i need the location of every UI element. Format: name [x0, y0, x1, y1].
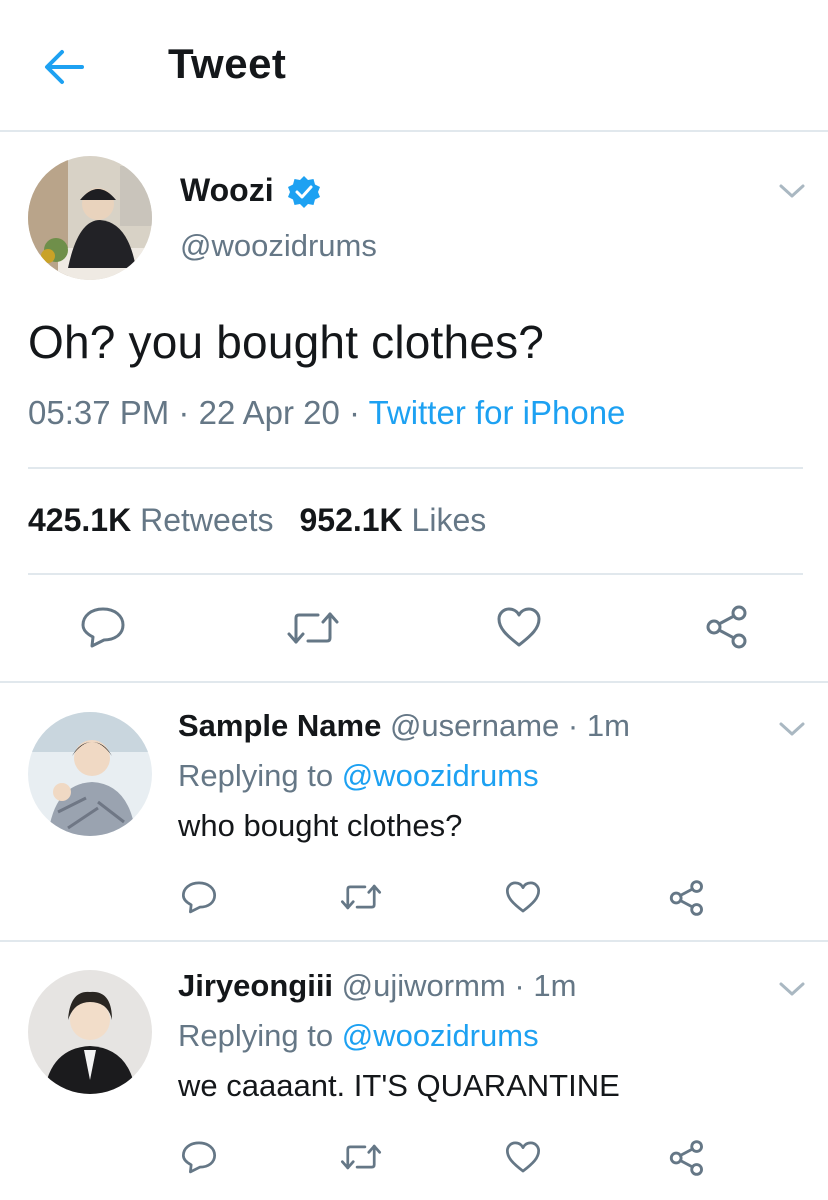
divider: [28, 467, 803, 469]
share-icon[interactable]: [668, 879, 704, 917]
retweets-stat[interactable]: 425.1K Retweets: [28, 502, 273, 538]
retweets-count: 425.1K: [28, 502, 132, 538]
meta-separator: ·: [514, 968, 525, 1003]
tweet-stats: 425.1K Retweets 952.1K Likes: [28, 502, 486, 539]
divider: [28, 573, 803, 575]
tweet-date: 22 Apr 20: [198, 394, 340, 431]
reply-author-name[interactable]: Jiryeongiii: [178, 968, 333, 1003]
retweet-icon[interactable]: [286, 610, 340, 646]
replying-label: Replying to: [178, 758, 334, 793]
replying-to: Replying to @woozidrums: [178, 1018, 539, 1054]
author-handle[interactable]: @woozidrums: [180, 228, 377, 264]
tweet-time: 05:37 PM: [28, 394, 170, 431]
tweet-text: Oh? you bought clothes?: [28, 316, 545, 368]
mention-link[interactable]: @woozidrums: [342, 758, 539, 793]
divider: [0, 940, 828, 942]
chevron-down-icon[interactable]: [778, 182, 806, 200]
verified-badge-icon: [286, 174, 322, 210]
mention-link[interactable]: @woozidrums: [342, 1018, 539, 1053]
chevron-down-icon[interactable]: [778, 980, 806, 998]
reply-author-handle[interactable]: @ujiwormm: [342, 968, 506, 1003]
reply-time: 1m: [533, 968, 577, 1003]
reply-header: Sample Name @username · 1m: [178, 708, 630, 744]
reply-author-handle[interactable]: @username: [390, 708, 559, 743]
app-header: Tweet: [0, 0, 828, 132]
meta-separator: ·: [349, 394, 361, 431]
retweet-icon[interactable]: [340, 882, 382, 912]
tweet-source-link[interactable]: Twitter for iPhone: [369, 394, 626, 431]
heart-icon[interactable]: [496, 606, 542, 648]
tweet-meta: 05:37 PM · 22 Apr 20 · Twitter for iPhon…: [28, 394, 625, 432]
likes-stat[interactable]: 952.1K Likes: [299, 502, 486, 538]
author-name[interactable]: Woozi: [180, 172, 274, 209]
reply-header: Jiryeongiii @ujiwormm · 1m: [178, 968, 576, 1004]
avatar[interactable]: [28, 970, 152, 1094]
reply-text: who bought clothes?: [178, 808, 463, 843]
reply-icon[interactable]: [80, 606, 126, 648]
meta-separator: ·: [567, 708, 579, 743]
reply-icon[interactable]: [181, 880, 217, 914]
share-icon[interactable]: [704, 604, 748, 650]
avatar[interactable]: [28, 712, 152, 836]
replying-to: Replying to @woozidrums: [178, 758, 539, 794]
back-arrow-icon[interactable]: [40, 45, 88, 89]
likes-label: Likes: [411, 502, 487, 538]
likes-count: 952.1K: [299, 502, 403, 538]
reply-text: we caaaant. IT'S QUARANTINE: [178, 1068, 620, 1103]
reply-icon[interactable]: [181, 1140, 217, 1174]
reply-author-name[interactable]: Sample Name: [178, 708, 381, 743]
page-title: Tweet: [168, 40, 287, 87]
share-icon[interactable]: [668, 1139, 704, 1177]
replying-label: Replying to: [178, 1018, 334, 1053]
reply-time: 1m: [586, 708, 630, 743]
avatar[interactable]: [28, 156, 152, 280]
retweet-icon[interactable]: [340, 1142, 382, 1172]
retweets-label: Retweets: [140, 502, 274, 538]
heart-icon[interactable]: [505, 1140, 541, 1174]
heart-icon[interactable]: [505, 880, 541, 914]
divider: [0, 681, 828, 683]
meta-separator: ·: [178, 394, 190, 431]
chevron-down-icon[interactable]: [778, 720, 806, 738]
